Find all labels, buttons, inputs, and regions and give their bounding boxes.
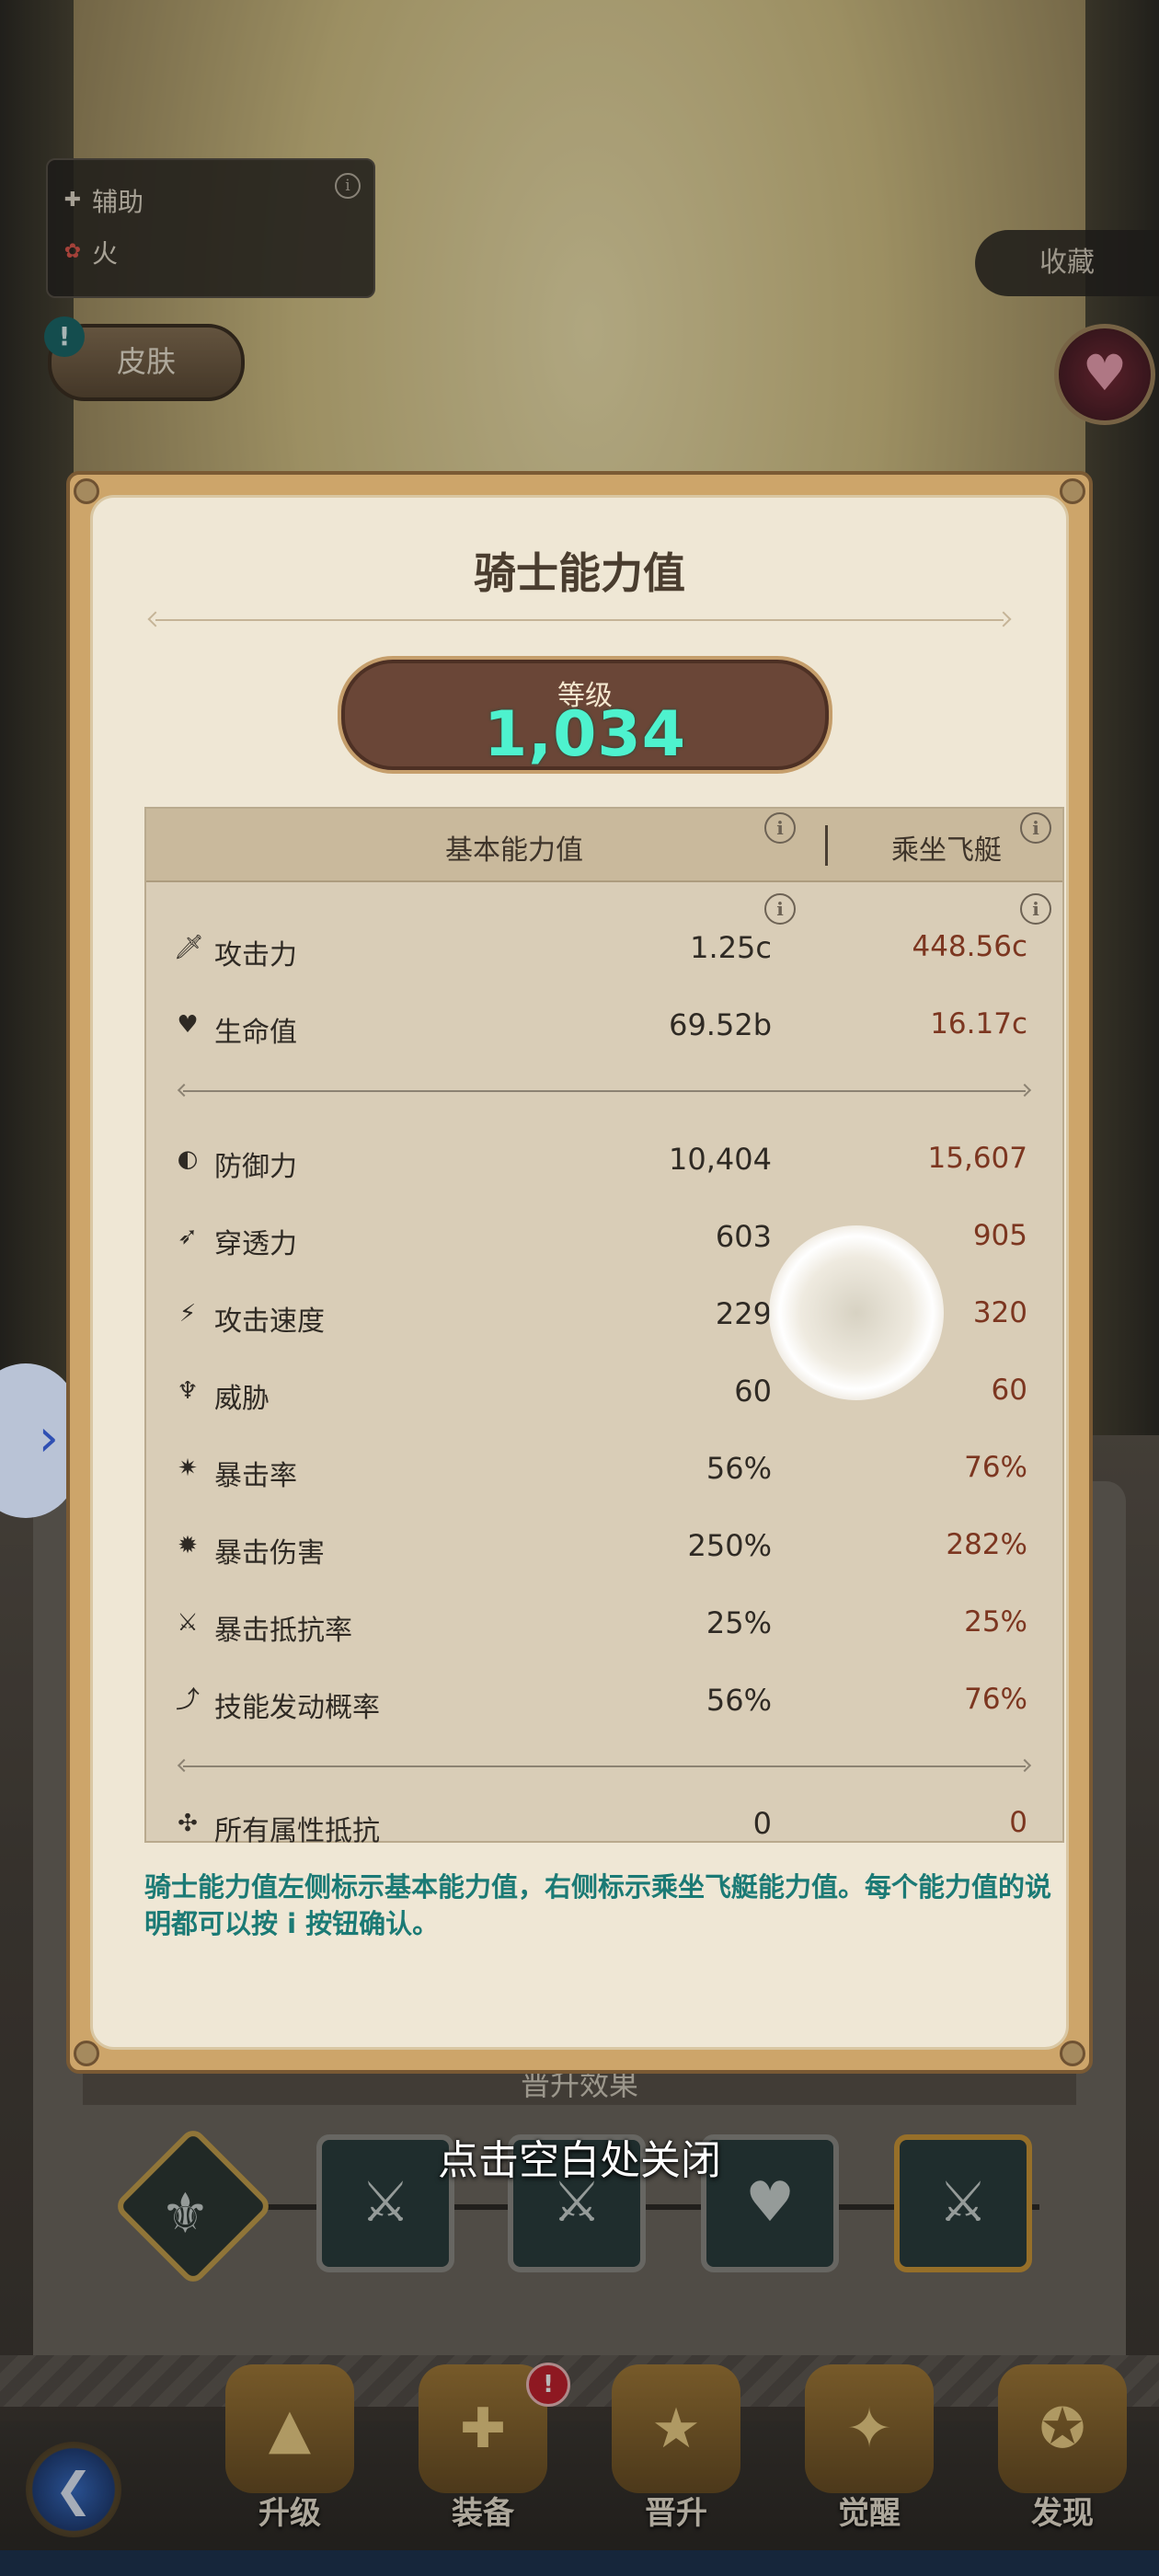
stat-name: 所有属性抵抗: [214, 1815, 380, 1847]
pierce-icon: ➶: [178, 1223, 198, 1250]
base-column-header: 基本能力值: [445, 834, 583, 867]
level-badge: 等级 1,034: [338, 656, 832, 774]
base-stats-info-icon[interactable]: i: [764, 893, 796, 925]
base-info-icon[interactable]: i: [764, 812, 796, 844]
stat-name: 暴击伤害: [214, 1537, 325, 1570]
stats-note: 骑士能力值左侧标示基本能力值，右侧标示乘坐飞艇能力值。每个能力值的说明都可以按 …: [144, 1871, 1052, 1939]
crit-damage-icon: ✹: [178, 1532, 198, 1559]
touch-indicator: [769, 1225, 944, 1400]
stats-header: 基本能力值 i 乘坐飞艇 i: [146, 809, 1062, 882]
stat-base-value: 10,404: [669, 1142, 772, 1177]
stat-row-defense: ◐ 防御力 10,404 15,607: [146, 1134, 1062, 1186]
stat-base-value: 250%: [687, 1528, 772, 1563]
stats-divider: [183, 1765, 1026, 1767]
level-value: 1,034: [483, 698, 687, 771]
stat-row-skill-chance: ⤴ 技能发动概率 56% 76%: [146, 1675, 1062, 1727]
stat-name: 攻击速度: [214, 1305, 325, 1338]
stat-row-element-resist: ✣ 所有属性抵抗 0 0: [146, 1799, 1062, 1850]
stat-base-value: 56%: [706, 1683, 772, 1718]
stat-row-hp: ♥ 生命值 69.52b 16.17c: [146, 1000, 1062, 1052]
stat-mount-value: 448.56c: [912, 930, 1027, 963]
stat-row-pierce: ➶ 穿透力 603 905: [146, 1212, 1062, 1263]
stat-base-value: 69.52b: [669, 1007, 772, 1042]
mount-info-icon[interactable]: i: [1020, 812, 1051, 844]
stat-mount-value: 16.17c: [930, 1007, 1027, 1041]
stat-row-crit-rate: ✷ 暴击率 56% 76%: [146, 1443, 1062, 1495]
stat-row-attack: 🗡 攻击力 1.25c 448.56c: [146, 923, 1062, 974]
crit-rate-icon: ✷: [178, 1455, 198, 1482]
stat-mount-value: 0: [1009, 1806, 1027, 1839]
stat-row-crit-resist: ⚔ 暴击抵抗率 25% 25%: [146, 1598, 1062, 1650]
stat-name: 技能发动概率: [214, 1692, 380, 1724]
stat-mount-value: 905: [972, 1219, 1027, 1252]
heart-icon: ♥: [177, 1011, 199, 1039]
stat-mount-value: 25%: [964, 1605, 1027, 1639]
stat-base-value: 229: [715, 1296, 772, 1331]
stat-mount-value: 76%: [964, 1683, 1027, 1716]
stat-name: 穿透力: [214, 1228, 297, 1260]
knight-stats-modal: 骑士能力值 等级 1,034 基本能力值 i 乘坐飞艇 i i i 🗡 攻击力 …: [66, 471, 1093, 2074]
mount-stats-info-icon[interactable]: i: [1020, 893, 1051, 925]
stat-row-threat: ♆ 威胁 60 60: [146, 1366, 1062, 1418]
attack-speed-icon: ⚡: [178, 1300, 197, 1328]
skill-chance-icon: ⤴: [175, 1686, 200, 1714]
stat-name: 暴击抵抗率: [214, 1615, 352, 1647]
crit-resist-icon: ⚔: [177, 1609, 199, 1637]
shield-icon: ◐: [177, 1145, 199, 1173]
stat-base-value: 1.25c: [690, 930, 772, 965]
stat-base-value: 603: [715, 1219, 772, 1254]
threat-icon: ♆: [177, 1377, 199, 1405]
corner-rivet: [74, 2041, 99, 2066]
stat-mount-value: 282%: [946, 1528, 1027, 1561]
stats-divider: [183, 1090, 1026, 1092]
sword-icon: 🗡: [174, 934, 205, 961]
stat-base-value: 60: [734, 1374, 772, 1409]
close-hint: 点击空白处关闭: [438, 2137, 721, 2184]
stat-row-crit-damage: ✹ 暴击伤害 250% 282%: [146, 1521, 1062, 1572]
stat-mount-value: 15,607: [927, 1142, 1027, 1175]
corner-rivet: [1060, 2041, 1085, 2066]
corner-rivet: [1060, 478, 1085, 504]
header-separator: [825, 825, 828, 866]
corner-rivet: [74, 478, 99, 504]
stat-name: 暴击率: [214, 1460, 297, 1492]
stat-name: 威胁: [214, 1383, 270, 1415]
stat-name: 防御力: [214, 1151, 297, 1183]
stat-mount-value: 76%: [964, 1451, 1027, 1484]
stat-base-value: 56%: [706, 1451, 772, 1486]
stat-mount-value: 60: [991, 1374, 1027, 1407]
stat-base-value: 0: [752, 1806, 772, 1841]
mount-column-header: 乘坐飞艇: [891, 834, 1002, 867]
stat-mount-value: 320: [972, 1296, 1027, 1329]
element-resist-icon: ✣: [178, 1810, 198, 1837]
stat-name: 生命值: [214, 1017, 297, 1049]
stat-base-value: 25%: [706, 1605, 772, 1640]
modal-title: 骑士能力值: [474, 548, 685, 598]
stat-name: 攻击力: [214, 939, 297, 972]
title-divider: [155, 619, 1004, 621]
